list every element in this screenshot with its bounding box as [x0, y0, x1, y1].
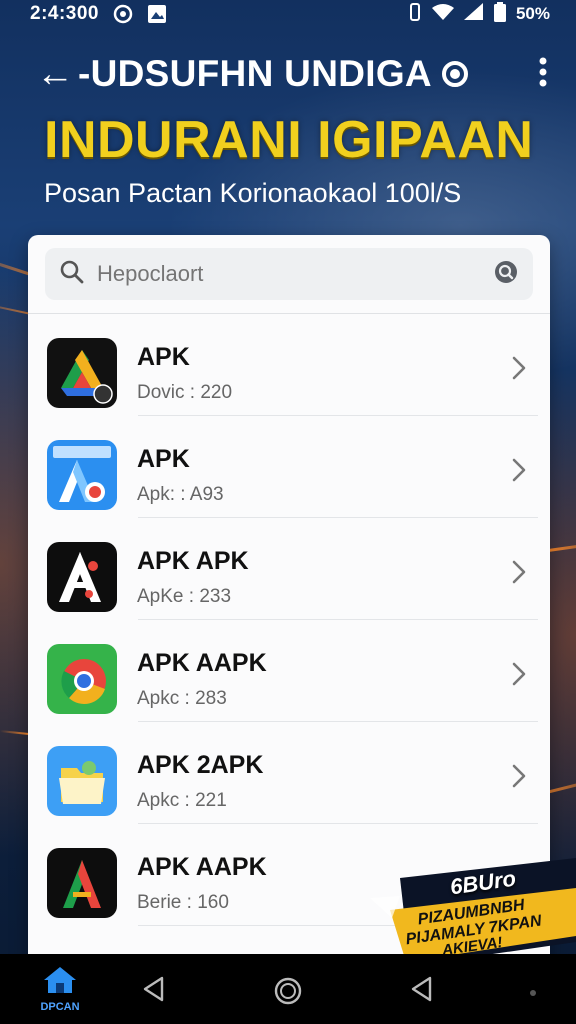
- banner-subtitle: Posan Pactan Korionaokaol 100l/S: [44, 178, 462, 208]
- home-icon: [43, 967, 77, 998]
- app-detail: Apkc : 283: [137, 688, 227, 709]
- dark-a-icon: [47, 848, 117, 918]
- more-options-icon[interactable]: [538, 57, 548, 92]
- chevron-right-icon: [512, 662, 526, 691]
- nav-home-label: DPCAN: [40, 1001, 80, 1013]
- vibrate-icon: [408, 2, 422, 26]
- back-button[interactable]: ←: [36, 55, 74, 93]
- status-right: 50%: [408, 1, 550, 27]
- sync-icon: [113, 4, 133, 24]
- chevron-right-icon: [512, 356, 526, 385]
- signal-icon: [463, 2, 484, 26]
- nav-home-circle-icon[interactable]: [274, 977, 302, 1010]
- list-item-text: APK AAPK Apkc : 283: [137, 649, 267, 710]
- list-item-text: APK Apk: : A93: [137, 445, 224, 506]
- status-time: 2:4:300: [30, 3, 99, 24]
- battery-percent: 50%: [515, 4, 550, 23]
- drive-style-icon: [47, 338, 117, 408]
- list-item-text: APK Dovic : 220: [137, 343, 232, 404]
- app-name: APK AAPK: [137, 853, 267, 881]
- app-detail: Apk: : A93: [137, 484, 224, 505]
- nav-indicator-dot: [530, 990, 536, 996]
- blue-a-icon: [47, 440, 117, 510]
- app-list: APK Dovic : 220 APK Apk: : A93 APK APK A…: [28, 314, 550, 926]
- chevron-right-icon: [512, 560, 526, 589]
- nav-recents-icon[interactable]: [410, 976, 434, 1007]
- app-name: APK 2APK: [137, 751, 264, 779]
- app-detail: ApKe : 233: [137, 586, 232, 607]
- list-item-text: APK APK ApKe : 233: [137, 547, 249, 608]
- app-name: APK APK: [137, 547, 249, 575]
- chevron-right-icon: [512, 458, 526, 487]
- promo-badge[interactable]: 6BUro PIZAUMBNBH PIJAMALY 7KPAN AKIEVA!: [370, 858, 576, 966]
- top-app-bar: ← -UDSUFHN UNDIGA: [36, 50, 548, 98]
- app-title: -UDSUFHN UNDIGA: [78, 53, 432, 94]
- nav-back-icon[interactable]: [142, 976, 166, 1007]
- chevron-right-icon: [512, 764, 526, 793]
- app-detail: Apkc : 221: [137, 790, 227, 811]
- list-item[interactable]: APK Apk: : A93: [28, 416, 550, 518]
- list-item[interactable]: APK AAPK Apkc : 283: [28, 620, 550, 722]
- app-name: APK: [137, 445, 190, 473]
- status-bar: 2:4:300 50%: [0, 0, 576, 28]
- list-item[interactable]: APK Dovic : 220: [28, 314, 550, 416]
- search-icon: [59, 259, 85, 290]
- search-input[interactable]: [85, 261, 493, 287]
- search-bar[interactable]: [45, 248, 533, 300]
- black-a-icon: [47, 542, 117, 612]
- account-icon[interactable]: [441, 61, 468, 87]
- app-detail: Dovic : 220: [137, 382, 233, 403]
- app-name: APK: [137, 343, 190, 371]
- folder-icon: [47, 746, 117, 816]
- chrome-style-icon: [47, 644, 117, 714]
- voice-search-icon[interactable]: [493, 259, 519, 290]
- app-detail: Berie : 160: [137, 892, 229, 913]
- list-item[interactable]: APK 2APK Apkc : 221: [28, 722, 550, 824]
- app-name: APK AAPK: [137, 649, 267, 677]
- list-item[interactable]: APK APK ApKe : 233: [28, 518, 550, 620]
- image-notification-icon: [147, 4, 167, 24]
- list-item-text: APK 2APK Apkc : 221: [137, 751, 263, 812]
- battery-icon: [493, 1, 506, 27]
- wifi-icon: [431, 3, 454, 26]
- navigation-bar: DPCAN: [0, 954, 576, 1024]
- list-item-text: APK AAPK Berie : 160: [137, 853, 267, 914]
- banner-title: INDURANI IGIPAAN: [44, 111, 534, 169]
- nav-home-button[interactable]: DPCAN: [38, 966, 82, 1013]
